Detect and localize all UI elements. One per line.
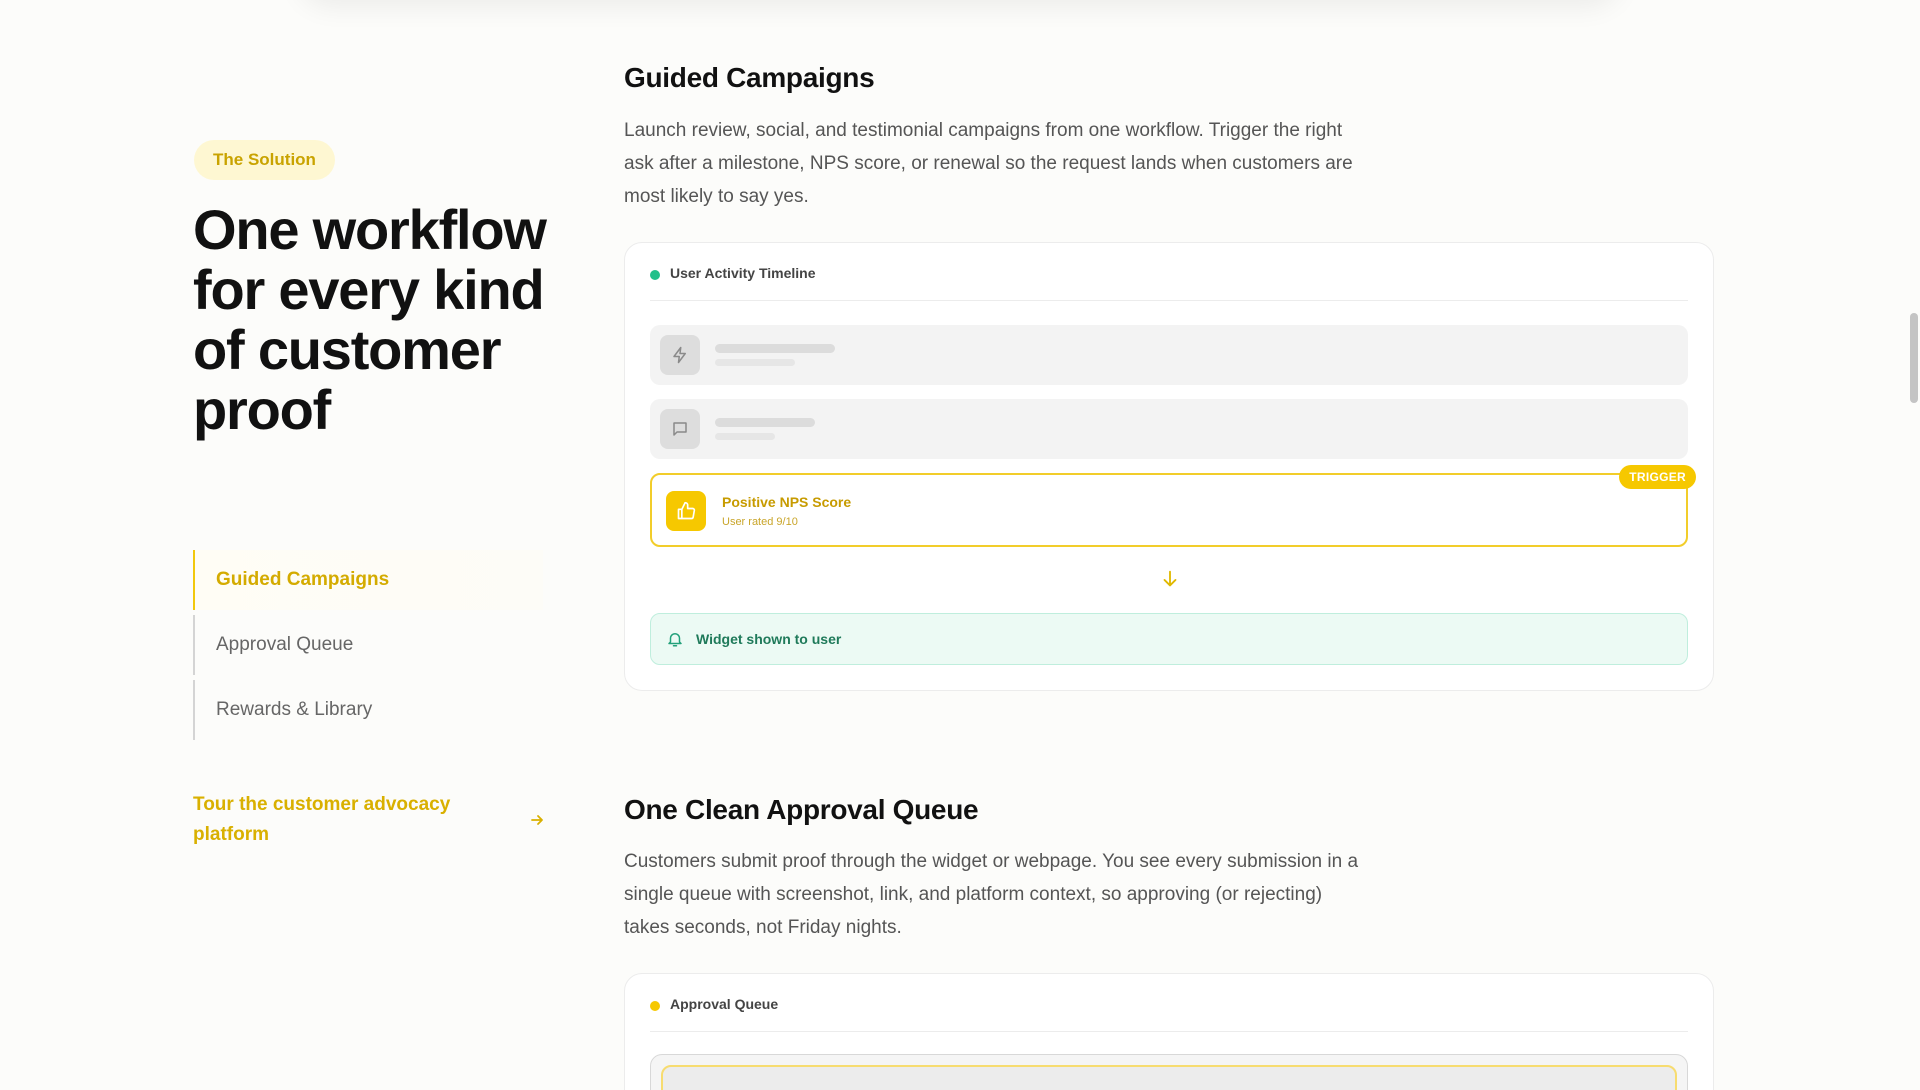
section-title-guided: Guided Campaigns [624,62,875,93]
tour-link-label: Tour the customer advocacy platform [193,794,451,845]
trigger-title: Positive NPS Score [722,494,852,510]
section-title-approval: One Clean Approval Queue [624,794,979,825]
timeline-row-message [650,399,1688,459]
skeleton-line [715,418,815,427]
chat-bubble-icon [660,409,700,449]
card-header: Approval Queue [650,996,1688,1032]
approval-queue-list [650,1054,1688,1090]
status-dot [650,1001,660,1011]
skeleton-line [715,433,775,440]
solution-badge: The Solution [194,140,335,180]
section-desc-guided: Launch review, social, and testimonial c… [624,120,1353,207]
skeleton-line [715,344,835,353]
lightning-icon [660,335,700,375]
thumbs-up-icon [666,491,706,531]
timeline-row-event [650,325,1688,385]
skeleton-line [715,359,795,366]
widget-shown-row: Widget shown to user [650,613,1688,665]
trigger-subtitle: User rated 9/10 [722,516,798,528]
section-desc-approval: Customers submit proof through the widge… [624,851,1359,938]
hero-title: One workflow for every kind of customer … [193,198,547,441]
nav-item-rewards-library[interactable]: Rewards & Library [193,680,543,740]
page-scrollbar[interactable] [1906,0,1920,1090]
trigger-tag: TRIGGER [1619,465,1696,489]
nav-item-approval-queue[interactable]: Approval Queue [193,615,543,675]
queue-item[interactable] [661,1065,1677,1090]
trigger-row-nps: Positive NPS Score User rated 9/10 TRIGG… [650,465,1696,547]
tour-platform-link[interactable]: Tour the customer advocacy platform [193,790,545,850]
widget-label: Widget shown to user [696,631,842,647]
arrow-right-icon [531,815,543,825]
bell-icon [668,633,682,647]
activity-timeline-card: User Activity Timeline Positive NPS Scor… [624,242,1714,691]
arrow-down-icon [1163,570,1177,587]
status-dot [650,270,660,280]
nav-item-guided-campaigns[interactable]: Guided Campaigns [193,550,543,610]
card-header: User Activity Timeline [650,265,1688,301]
approval-queue-card: Approval Queue [624,973,1714,1090]
card-header-label: User Activity Timeline [670,265,816,281]
card-header-label: Approval Queue [670,996,779,1012]
scrollbar-thumb[interactable] [1910,313,1918,403]
feature-nav: Guided Campaigns Approval Queue Rewards … [193,550,543,745]
